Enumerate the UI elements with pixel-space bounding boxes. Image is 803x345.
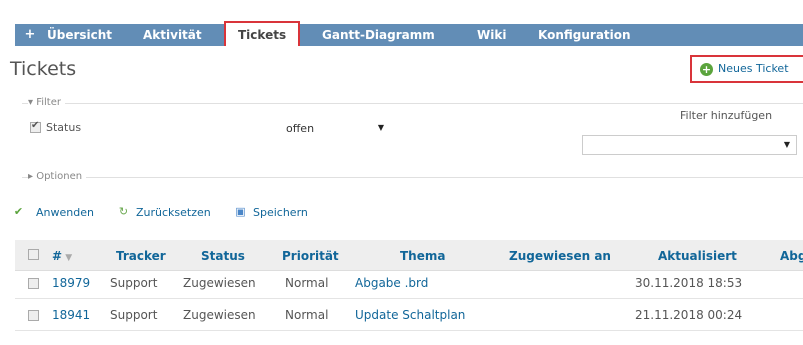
issue-id-link[interactable]: 18941: [52, 308, 90, 322]
column-header-due[interactable]: Abg: [780, 249, 803, 263]
collapse-arrow-icon: ▾: [28, 97, 37, 108]
tab-gantt[interactable]: Gantt-Diagramm: [322, 24, 435, 46]
column-header-id[interactable]: # ▼: [52, 249, 72, 263]
sort-desc-icon: ▼: [62, 253, 73, 263]
reset-link[interactable]: Zurücksetzen: [136, 206, 211, 219]
add-filter-label: Filter hinzufügen: [680, 109, 773, 122]
status-operator-value: offen: [286, 122, 315, 135]
options-fieldset-border: [22, 177, 803, 178]
tab-tickets[interactable]: Tickets: [224, 21, 301, 46]
issue-priority: Normal: [285, 308, 329, 322]
row-checkbox[interactable]: [28, 310, 39, 321]
new-ticket-button[interactable]: + Neues Ticket: [690, 55, 803, 83]
issue-subject-link[interactable]: Update Schaltplan: [355, 308, 465, 322]
issue-updated: 30.11.2018 18:53: [635, 276, 743, 290]
column-header-status[interactable]: Status: [201, 249, 245, 263]
reload-icon: ↻: [118, 205, 129, 218]
issue-status: Zugewiesen: [183, 276, 256, 290]
new-ticket-label: Neues Ticket: [718, 62, 789, 75]
issue-updated: 21.11.2018 00:24: [635, 308, 743, 322]
tab-activity[interactable]: Aktivität: [143, 24, 202, 46]
table-row: 18941 Support Zugewiesen Normal Update S…: [15, 298, 803, 331]
issue-subject-link[interactable]: Abgabe .brd: [355, 276, 428, 290]
filter-legend[interactable]: ▾ Filter: [28, 97, 65, 108]
issue-tracker: Support: [110, 276, 158, 290]
tab-configuration[interactable]: Konfiguration: [538, 24, 631, 46]
status-operator-select[interactable]: offen ▼: [282, 118, 392, 138]
table-row: 18979 Support Zugewiesen Normal Abgabe .…: [15, 266, 803, 299]
project-menu-bar: + Übersicht Aktivität Tickets Gantt-Diag…: [15, 21, 803, 46]
status-filter-checkbox[interactable]: [30, 120, 41, 133]
dropdown-arrow-icon: ▼: [377, 123, 384, 132]
filter-fieldset-border: [22, 103, 803, 104]
page-title: Tickets: [10, 58, 77, 80]
column-header-updated[interactable]: Aktualisiert: [658, 249, 737, 263]
add-icon: +: [700, 63, 713, 76]
column-header-assignee[interactable]: Zugewiesen an: [509, 249, 611, 263]
save-disk-icon: ▣: [235, 205, 246, 218]
save-link[interactable]: Speichern: [253, 206, 308, 219]
column-header-tracker[interactable]: Tracker: [116, 249, 166, 263]
issue-priority: Normal: [285, 276, 329, 290]
new-object-plus-icon[interactable]: +: [21, 27, 39, 43]
tab-overview[interactable]: Übersicht: [47, 24, 112, 46]
checkmark-icon: ✔: [13, 205, 24, 218]
issue-status: Zugewiesen: [183, 308, 256, 322]
column-header-subject[interactable]: Thema: [400, 249, 445, 263]
column-header-priority[interactable]: Priorität: [282, 249, 339, 263]
expand-arrow-icon: ▸: [28, 171, 37, 182]
dropdown-arrow-icon: ▼: [783, 140, 790, 149]
select-all-checkbox[interactable]: [28, 249, 39, 260]
top-menu: + Übersicht Aktivität Tickets Gantt-Diag…: [0, 0, 803, 46]
issue-tracker: Support: [110, 308, 158, 322]
row-checkbox[interactable]: [28, 278, 39, 289]
add-filter-select[interactable]: ▼: [582, 135, 797, 155]
status-filter-label: Status: [46, 121, 82, 134]
options-legend[interactable]: ▸ Optionen: [28, 171, 87, 182]
tab-wiki[interactable]: Wiki: [477, 24, 506, 46]
issue-id-link[interactable]: 18979: [52, 276, 90, 290]
apply-link[interactable]: Anwenden: [36, 206, 94, 219]
